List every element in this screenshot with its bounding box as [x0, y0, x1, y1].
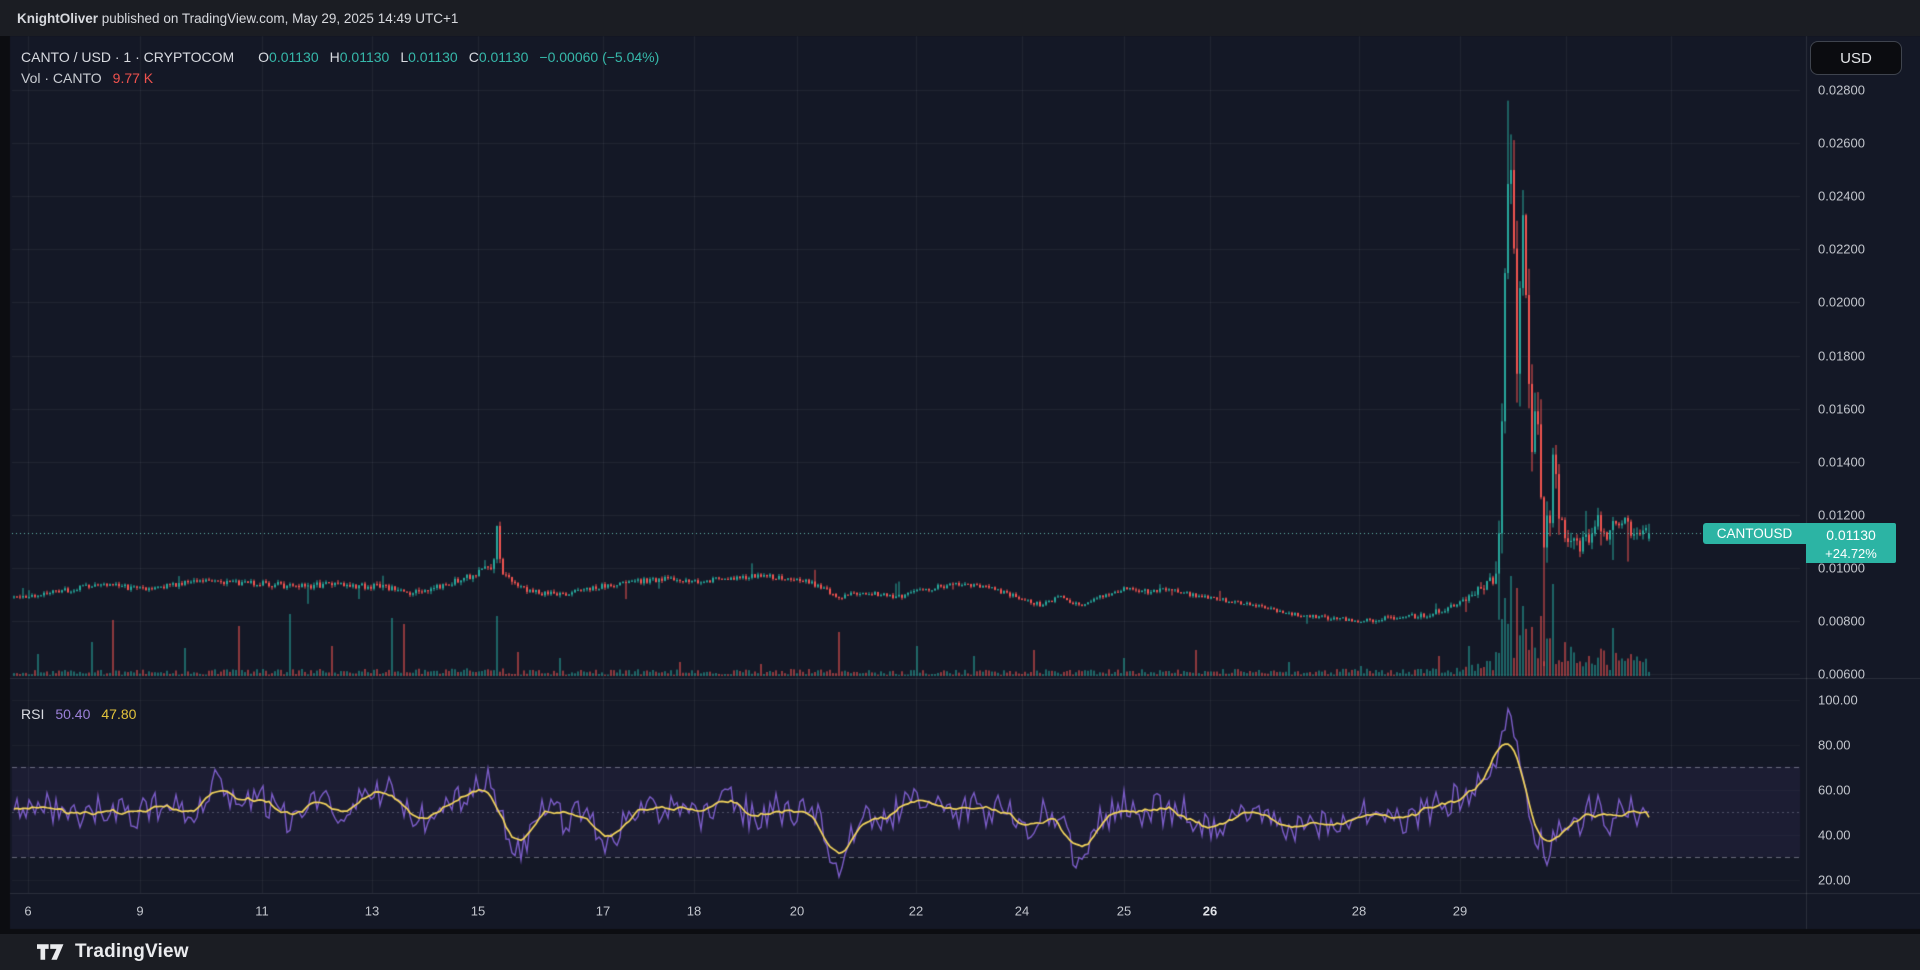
header-bar: KnightOliver published on TradingView.co… — [0, 0, 1920, 36]
volume-legend-value: 9.77 K — [112, 70, 154, 86]
price-line-symbol-label: CANTOUSD — [1703, 523, 1806, 544]
currency-toggle-button[interactable]: USD — [1810, 41, 1902, 75]
volume-legend[interactable]: Vol · CANTO 9.77 K — [21, 70, 153, 86]
last-price-value: 0.01130 — [1826, 526, 1876, 543]
tradingview-logo-icon[interactable] — [37, 942, 65, 962]
legend-high: H0.01130 — [329, 49, 390, 65]
symbol-legend[interactable]: CANTO / USD · 1 · CRYPTOCOM O0.01130 H0.01… — [21, 49, 659, 65]
tradingview-brand-link[interactable]: TradingView — [75, 941, 189, 963]
last-price-change: +24.72% — [1825, 545, 1877, 561]
page: { "header": { "user": "KnightOliver", "r… — [0, 0, 1920, 970]
footer-bar: TradingView — [0, 934, 1920, 970]
header-publish-text: published on TradingView.com, May 29, 20… — [98, 10, 459, 26]
rsi-ma-value: 47.80 — [101, 706, 137, 722]
legend-low: L0.01130 — [400, 49, 458, 65]
legend-symbol-title: CANTO / USD · 1 · CRYPTOCOM — [21, 49, 235, 65]
legend-open: O0.01130 — [258, 49, 319, 65]
chart-canvas[interactable] — [0, 0, 1920, 970]
legend-close: C0.01130 — [468, 49, 529, 65]
last-price-box: 0.01130 +24.72% — [1806, 523, 1896, 563]
rsi-legend[interactable]: RSI 50.40 47.80 — [21, 706, 136, 722]
rsi-legend-label: RSI — [21, 706, 45, 722]
volume-legend-label: Vol · CANTO — [21, 70, 102, 86]
header-username: KnightOliver — [17, 10, 99, 26]
legend-change: −0.00060 (−5.04%) — [539, 49, 660, 65]
rsi-legend-value: 50.40 — [55, 706, 91, 722]
currency-toggle-label: USD — [1840, 49, 1872, 67]
